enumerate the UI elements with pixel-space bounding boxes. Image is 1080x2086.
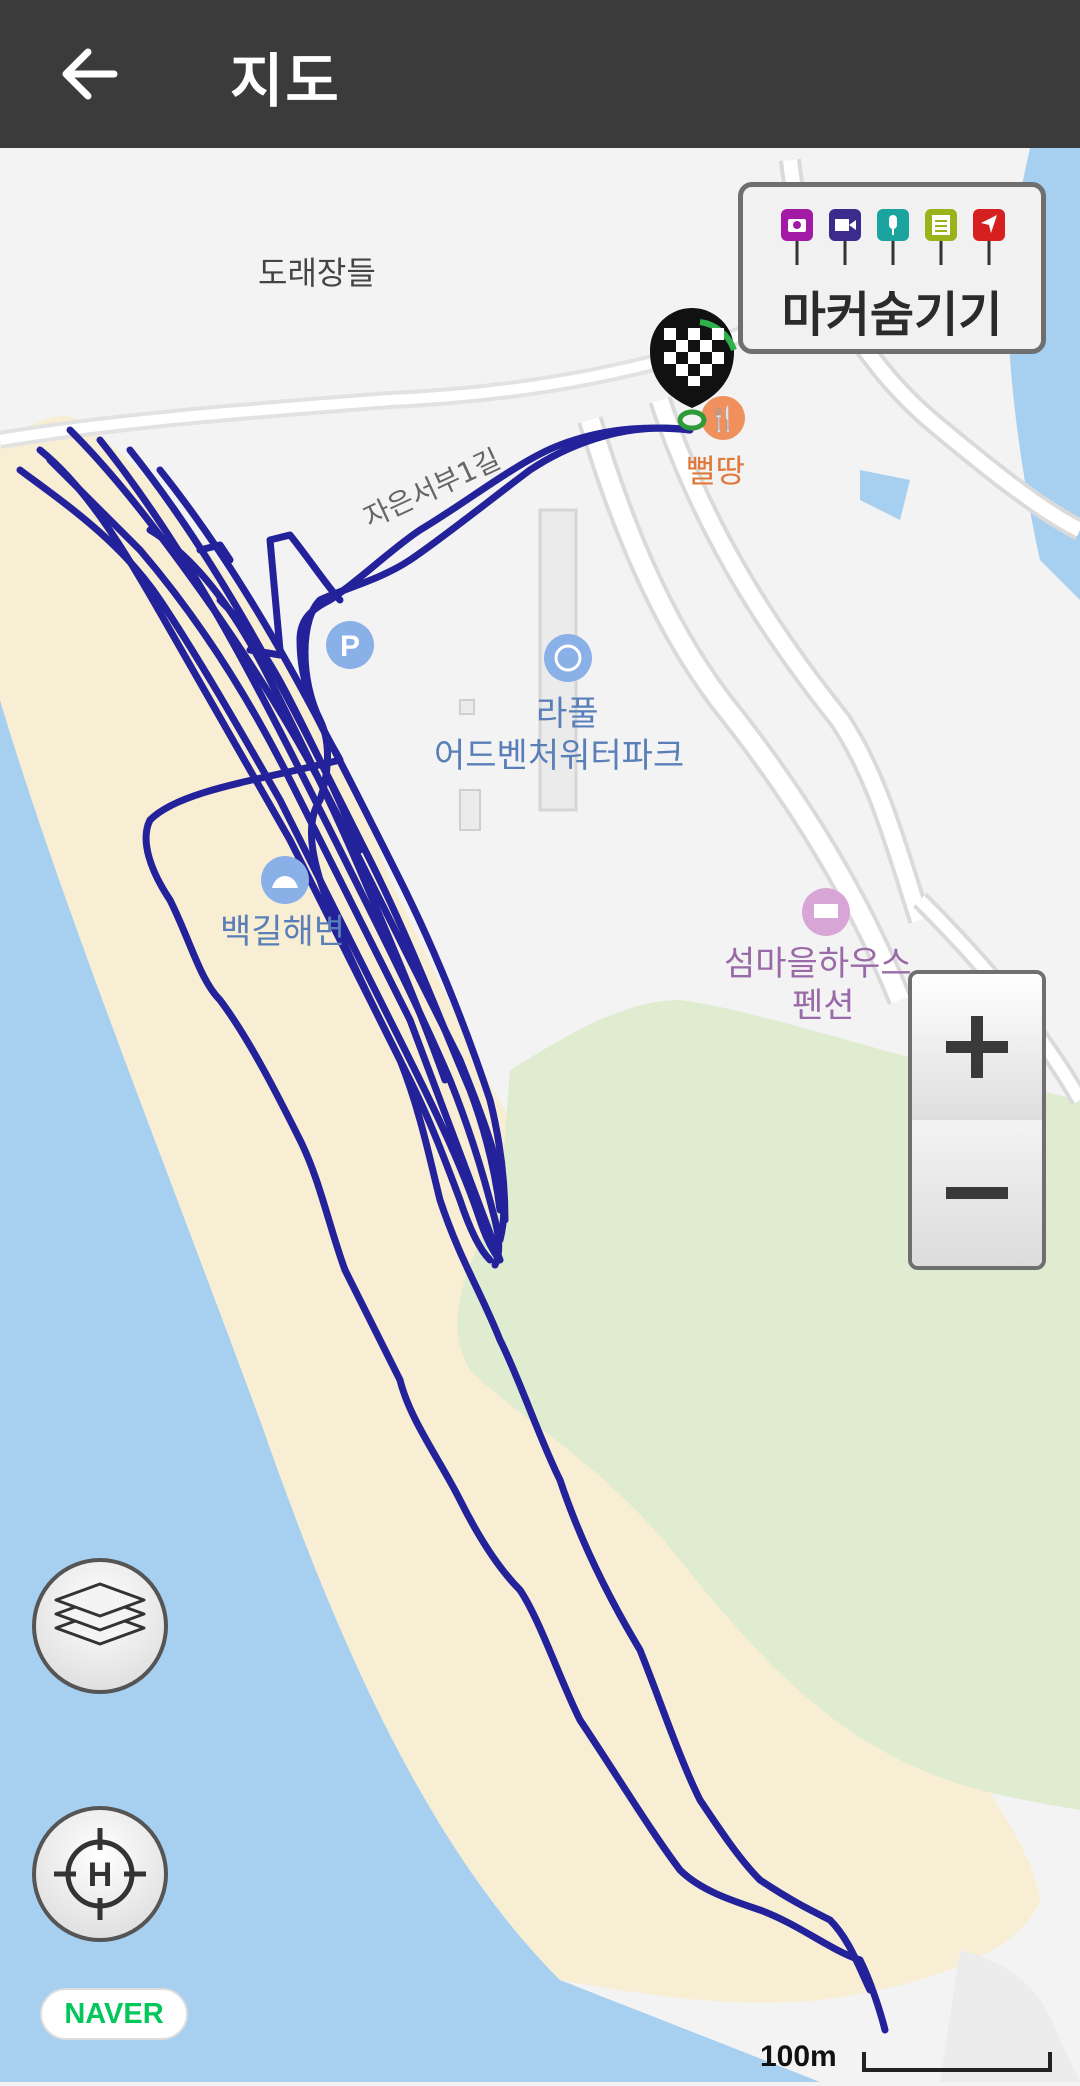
pension-label-line2: 펜션 [792, 986, 855, 1026]
waterpark-poi-icon [544, 634, 592, 682]
scale-bar [862, 2052, 1052, 2072]
svg-text:🍴: 🍴 [708, 405, 738, 433]
naver-logo: NAVER [40, 1988, 188, 2040]
back-button[interactable] [54, 38, 126, 110]
home-target-icon: H [54, 1828, 146, 1920]
plus-icon [946, 1016, 1008, 1078]
video-icon [829, 209, 861, 265]
camera-icon [781, 209, 813, 265]
hide-markers-button[interactable]: 마커숨기기 [738, 182, 1046, 354]
zoom-in-button[interactable] [912, 974, 1042, 1124]
flag-icon [973, 209, 1005, 265]
waterpark-label-line2: 어드벤처워터파크 [434, 736, 685, 776]
microphone-icon [877, 209, 909, 265]
beach-label: 백길해변 [220, 912, 346, 952]
memo-icon [925, 209, 957, 265]
scale-label: 100m [760, 2040, 837, 2073]
marker-icons [781, 209, 1005, 265]
layers-button[interactable] [32, 1558, 168, 1694]
svg-text:P: P [340, 630, 360, 663]
app-bar: 지도 [0, 0, 1080, 148]
svg-text:H: H [88, 1856, 113, 1894]
minus-icon [946, 1187, 1008, 1199]
hide-markers-label: 마커숨기기 [781, 287, 1003, 343]
layers-icon [54, 1582, 146, 1646]
page-title: 지도 [230, 47, 341, 115]
zoom-control [908, 970, 1046, 1270]
home-location-button[interactable]: H [32, 1806, 168, 1942]
arrow-left-icon [62, 48, 118, 100]
zoom-out-button[interactable] [912, 1120, 1042, 1266]
place-label: 도래장들 [258, 254, 376, 292]
restaurant-label: 뻘땅 [686, 452, 745, 490]
